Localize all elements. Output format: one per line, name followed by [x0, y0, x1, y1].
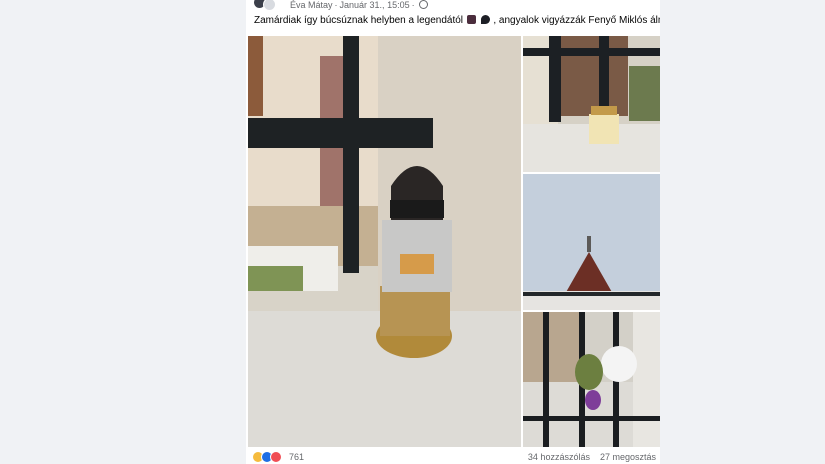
avatar-secondary — [263, 0, 276, 11]
post-header: Éva Mátay · Január 31., 15:05 · — [254, 0, 428, 12]
photo-gallery — [248, 36, 660, 447]
reaction-icons[interactable] — [252, 451, 282, 463]
header-separator: · — [334, 0, 338, 10]
black-hat-emoji-icon — [466, 15, 476, 24]
photo-middle-right[interactable] — [523, 174, 660, 310]
post-date[interactable]: Január 31., 15:05 — [340, 0, 410, 10]
post-text: Zamárdiak így búcsúznak helyben a legend… — [254, 15, 660, 26]
share-count[interactable]: 27 megosztás — [600, 452, 656, 462]
post-text-after: , angyalok vigyázzák Fenyő Miklós álmát. — [493, 15, 660, 26]
love-reaction-icon — [270, 451, 282, 463]
comment-count[interactable]: 34 hozzászólás — [528, 452, 590, 462]
grave-lantern-photo-icon — [248, 36, 521, 447]
candle-photo-icon — [523, 36, 660, 172]
post-card: Éva Mátay · Január 31., 15:05 · Zamárdia… — [246, 0, 660, 464]
photo-top-right[interactable] — [523, 36, 660, 172]
author-avatar[interactable] — [254, 0, 280, 12]
flowers-photo-icon — [523, 312, 660, 447]
photo-bottom-right[interactable] — [523, 312, 660, 447]
reaction-bar: 761 34 hozzászólás 27 megosztás — [252, 451, 656, 463]
post-text-before: Zamárdiak így búcsúznak helyben a legend… — [254, 15, 464, 26]
roof-photo-icon — [523, 174, 660, 310]
globe-icon — [418, 0, 428, 9]
header-separator-2: · — [411, 0, 415, 10]
author-name[interactable]: Éva Mátay — [290, 0, 333, 10]
reaction-count[interactable]: 761 — [289, 452, 304, 462]
black-heart-icon — [480, 15, 490, 24]
photo-main[interactable] — [248, 36, 521, 447]
